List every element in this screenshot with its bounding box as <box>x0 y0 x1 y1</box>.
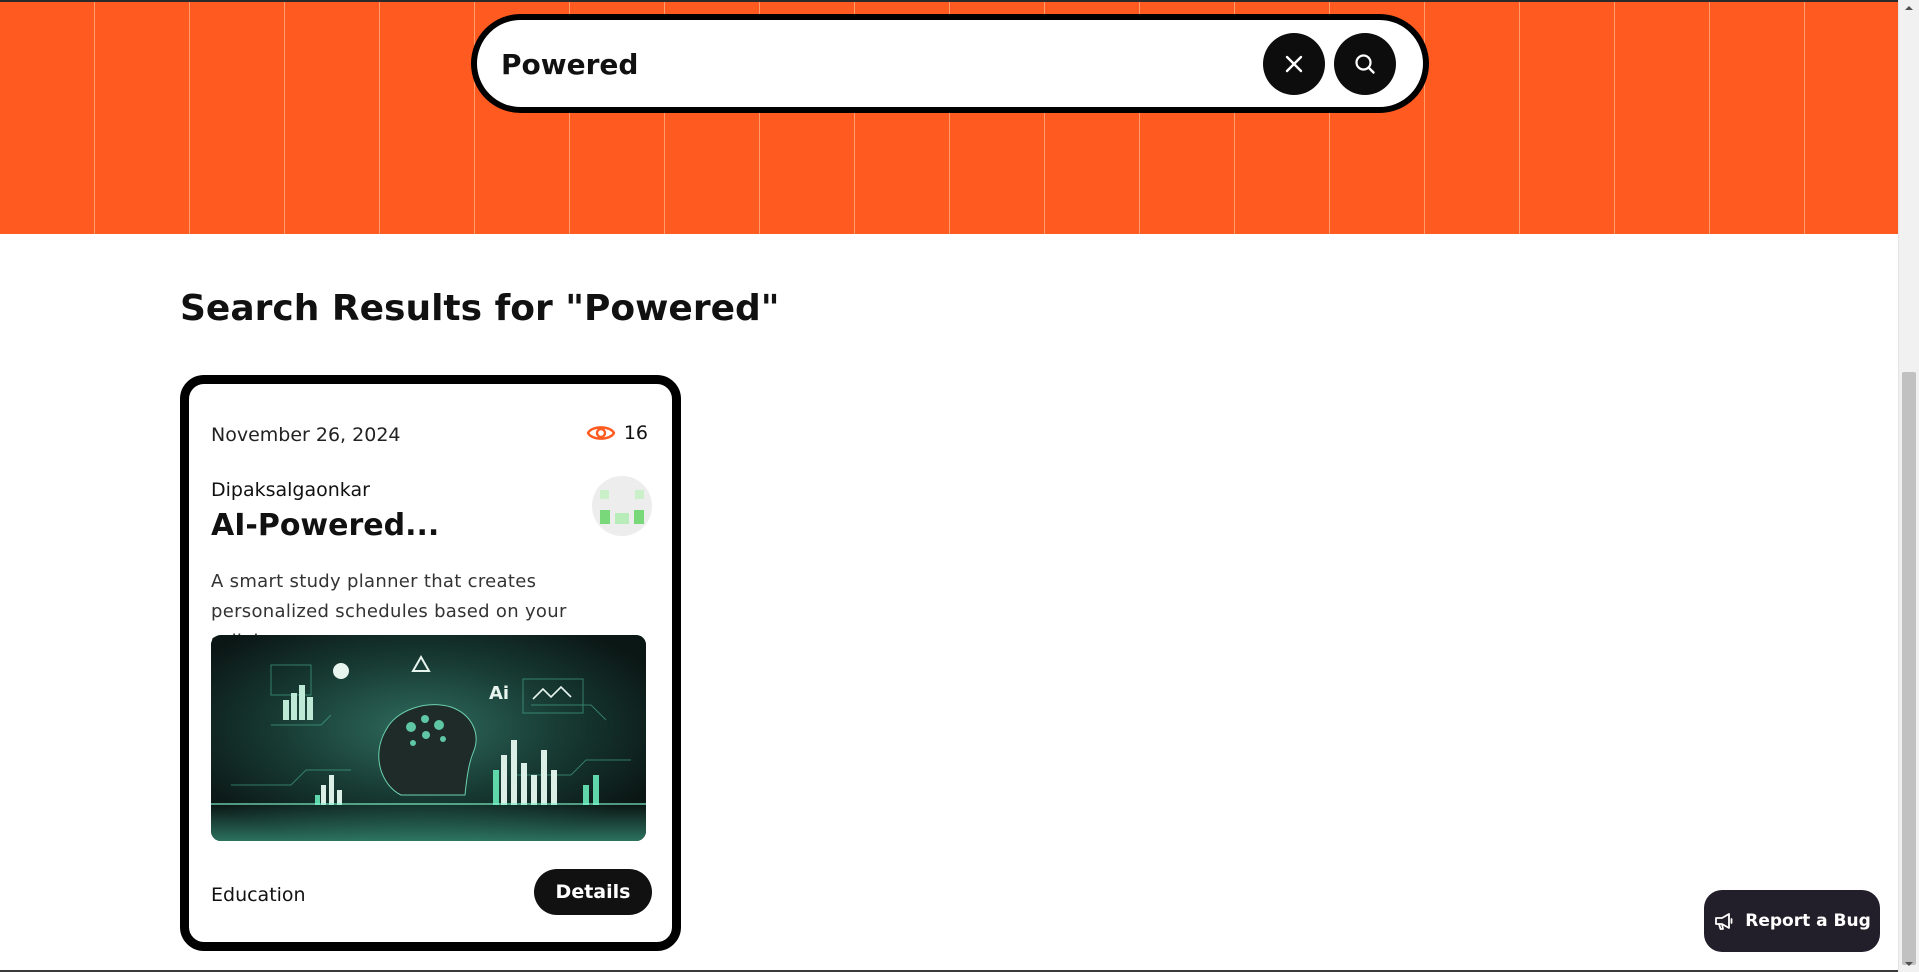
report-bug-label: Report a Bug <box>1745 911 1871 931</box>
eye-icon <box>586 426 616 440</box>
vertical-scrollbar[interactable] <box>1898 0 1919 972</box>
card-thumbnail-image[interactable]: Ai <box>211 635 646 841</box>
search-icon <box>1355 54 1375 74</box>
scroll-down-arrow-icon[interactable] <box>1904 959 1914 969</box>
card-category: Education <box>211 884 306 906</box>
card-views: 16 <box>586 422 648 444</box>
svg-text:Ai: Ai <box>489 683 509 704</box>
avatar <box>592 476 652 536</box>
card-date: November 26, 2024 <box>211 424 401 446</box>
card-title[interactable]: AI-Powered... <box>211 508 439 543</box>
result-card[interactable]: November 26, 2024 16 Dipaksalgaonkar AI-… <box>180 375 681 951</box>
card-author: Dipaksalgaonkar <box>211 479 370 501</box>
close-icon <box>1285 55 1303 73</box>
clear-search-button[interactable] <box>1263 33 1325 95</box>
search-input[interactable] <box>501 38 1241 90</box>
search-button[interactable] <box>1334 33 1396 95</box>
scroll-up-arrow-icon[interactable] <box>1904 3 1914 13</box>
view-count: 16 <box>623 422 648 444</box>
search-bar <box>471 14 1429 113</box>
page: Search Results for "Powered" November 26… <box>0 0 1919 972</box>
megaphone-icon <box>1715 913 1733 930</box>
results-heading: Search Results for "Powered" <box>180 288 780 329</box>
hero-banner <box>0 0 1898 234</box>
report-bug-button[interactable]: Report a Bug <box>1704 890 1880 952</box>
scrollbar-thumb[interactable] <box>1902 372 1916 965</box>
details-button[interactable]: Details <box>534 869 652 915</box>
